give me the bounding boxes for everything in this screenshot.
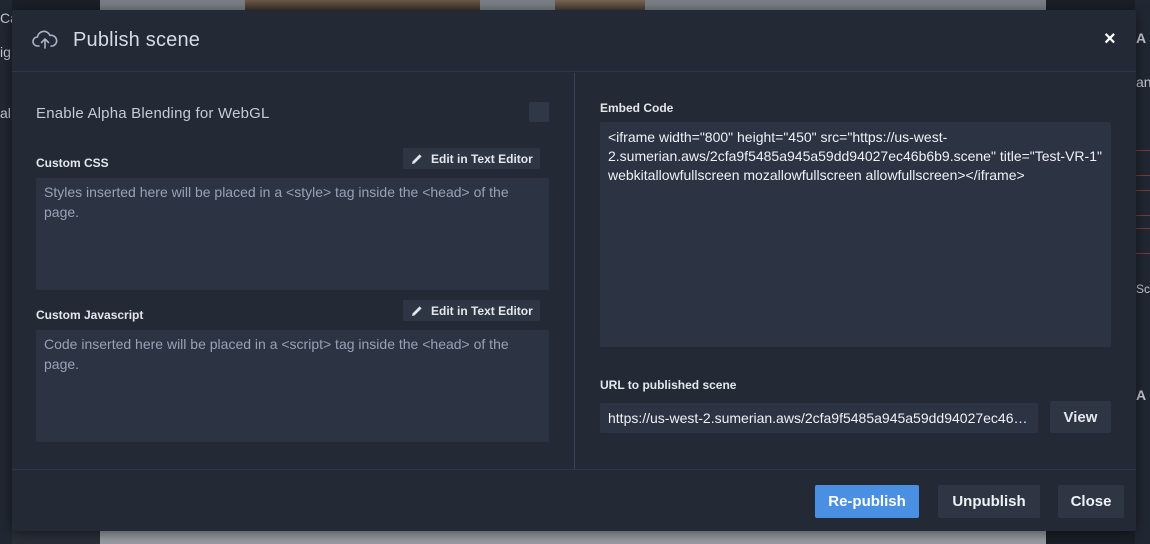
close-icon[interactable]: × <box>1104 28 1116 50</box>
custom-javascript-textarea[interactable]: Code inserted here will be placed in a <… <box>36 330 549 442</box>
custom-javascript-label: Custom Javascript <box>36 308 144 322</box>
edit-css-in-text-editor-button[interactable]: Edit in Text Editor <box>403 148 540 169</box>
right-panel-text: A <box>1136 387 1147 403</box>
left-panel: Ca ig al <box>0 0 12 544</box>
scene-object <box>555 0 645 10</box>
column-divider <box>574 73 575 469</box>
edit-js-in-text-editor-button[interactable]: Edit in Text Editor <box>403 300 540 321</box>
right-panel-field <box>1135 150 1150 176</box>
right-panel-text: Sca <box>1136 282 1150 296</box>
cloud-upload-icon <box>32 30 58 49</box>
left-panel-text: Ca <box>0 10 12 26</box>
embed-code-text: <iframe width="800" height="450" src="ht… <box>608 129 1102 183</box>
custom-javascript-placeholder: Code inserted here will be placed in a <… <box>44 336 509 372</box>
published-url-label: URL to published scene <box>600 378 737 392</box>
embed-code-textarea[interactable]: <iframe width="800" height="450" src="ht… <box>600 122 1111 347</box>
custom-css-textarea[interactable]: Styles inserted here will be placed in a… <box>36 178 549 290</box>
custom-css-placeholder: Styles inserted here will be placed in a… <box>44 184 509 220</box>
dialog-title: Publish scene <box>73 29 201 51</box>
dialog-header: Publish scene × <box>12 10 1136 72</box>
pencil-icon <box>412 153 422 164</box>
dialog-footer: Re-publish Unpublish Close <box>12 469 1136 531</box>
edit-js-label: Edit in Text Editor <box>431 303 533 318</box>
viewport-bottom <box>100 530 1046 544</box>
pencil-icon <box>412 305 422 316</box>
left-panel-bottom <box>0 530 100 544</box>
alpha-blending-label: Enable Alpha Blending for WebGL <box>36 105 270 122</box>
view-button[interactable]: View <box>1050 401 1111 433</box>
scene-object <box>245 0 480 10</box>
embed-code-label: Embed Code <box>600 101 674 115</box>
left-panel-text: ig <box>0 44 11 60</box>
unpublish-button[interactable]: Unpublish <box>938 485 1040 518</box>
custom-css-label: Custom CSS <box>36 156 109 170</box>
right-panel-text: A <box>1136 30 1147 46</box>
republish-button[interactable]: Re-publish <box>815 485 919 518</box>
close-button[interactable]: Close <box>1058 485 1124 518</box>
published-url-field[interactable]: https://us-west-2.sumerian.aws/2cfa9f548… <box>600 403 1038 433</box>
publish-scene-dialog: Publish scene × Enable Alpha Blending fo… <box>12 10 1136 531</box>
edit-css-label: Edit in Text Editor <box>431 151 533 166</box>
right-panel-field <box>1135 228 1150 254</box>
right-panel-text: an <box>1136 74 1150 90</box>
left-panel-text: al <box>0 105 11 121</box>
alpha-blending-checkbox[interactable] <box>529 102 549 122</box>
right-panel: A an Sca A <box>1135 0 1150 544</box>
right-panel-field <box>1135 190 1150 216</box>
